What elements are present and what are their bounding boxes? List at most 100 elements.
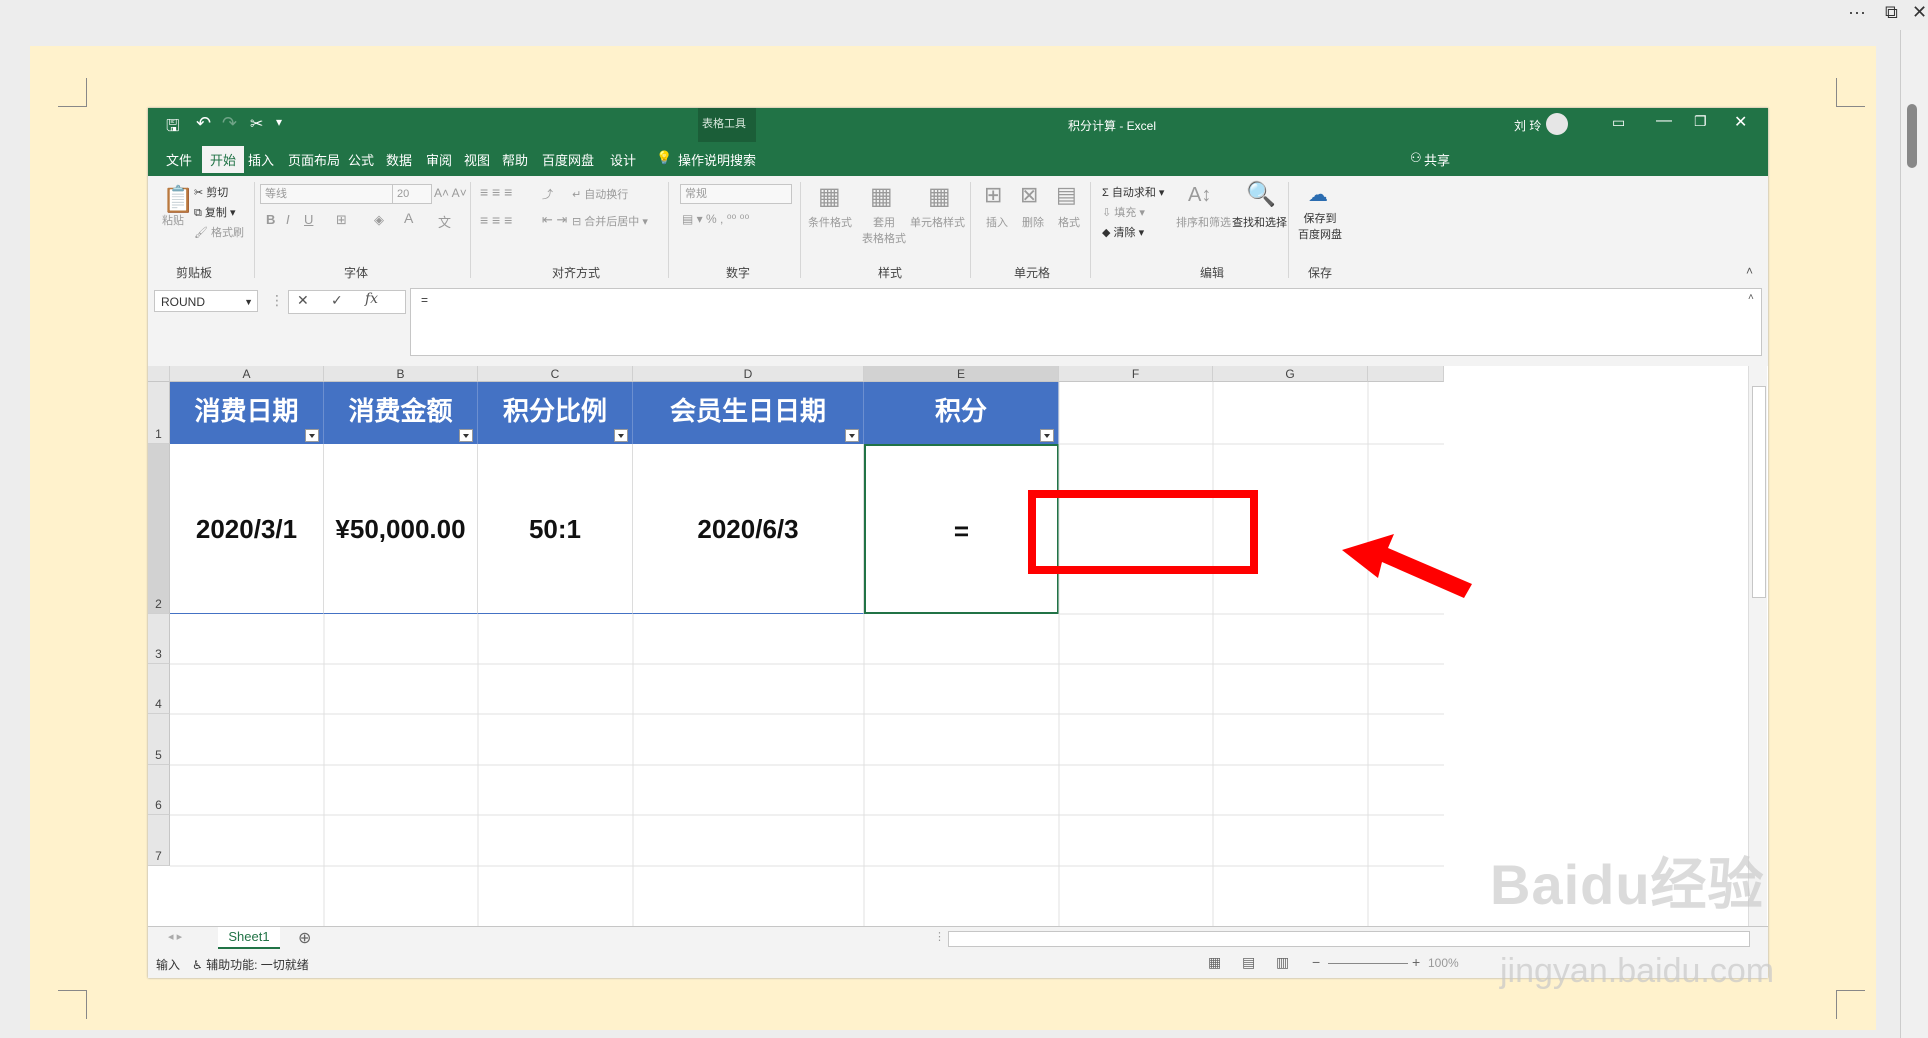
insert-function-icon[interactable]: fx bbox=[365, 291, 378, 307]
fill-button[interactable]: ⇩ 填充 ▾ bbox=[1102, 204, 1145, 220]
column-header-b[interactable]: B bbox=[324, 366, 478, 382]
zoom-level[interactable]: 100% bbox=[1428, 956, 1459, 970]
close-icon[interactable]: ✕ bbox=[1912, 2, 1927, 23]
baidu-cloud-icon[interactable]: ☁ bbox=[1308, 182, 1328, 207]
sort-filter-button[interactable]: 排序和筛选 bbox=[1176, 214, 1231, 230]
restore-window-icon[interactable]: ❐ bbox=[1694, 113, 1707, 130]
page-layout-icon[interactable]: ▤ bbox=[1242, 954, 1255, 971]
select-all-corner[interactable] bbox=[148, 366, 170, 382]
tab-review[interactable]: 审阅 bbox=[426, 150, 452, 169]
format-as-table-icon[interactable]: ▦ bbox=[870, 182, 893, 211]
format-cells-icon[interactable]: ▤ bbox=[1056, 182, 1077, 208]
copy-button[interactable]: ⧉ 复制 ▾ bbox=[194, 204, 236, 220]
paste-icon[interactable]: 📋 bbox=[162, 184, 194, 215]
delete-cells-icon[interactable]: ⊠ bbox=[1020, 182, 1038, 208]
save-icon[interactable]: 🖫 bbox=[166, 115, 180, 142]
more-options-icon[interactable]: ··· bbox=[1848, 2, 1866, 23]
row-header-6[interactable]: 6 bbox=[148, 765, 170, 815]
cell-styles-icon[interactable]: ▦ bbox=[928, 182, 951, 211]
fill-color-icon[interactable]: ◈ bbox=[374, 212, 384, 228]
insert-cells-icon[interactable]: ⊞ bbox=[984, 182, 1002, 208]
enter-icon[interactable]: ✓ bbox=[331, 292, 343, 309]
sort-filter-icon[interactable]: A↕ bbox=[1188, 184, 1211, 207]
row-header-1[interactable]: 1 bbox=[148, 382, 170, 444]
paste-button[interactable]: 粘贴 bbox=[162, 212, 184, 228]
underline-icon[interactable]: U bbox=[304, 212, 313, 227]
tab-data[interactable]: 数据 bbox=[386, 150, 412, 169]
merge-center-button[interactable]: ⊟ 合并后居中 ▾ bbox=[572, 213, 648, 229]
restore-icon[interactable]: ⧉ bbox=[1885, 2, 1898, 23]
formula-input[interactable]: = bbox=[410, 288, 1762, 356]
column-header-f[interactable]: F bbox=[1059, 366, 1213, 382]
close-window-icon[interactable]: ✕ bbox=[1734, 112, 1747, 132]
font-color-icon[interactable]: A bbox=[404, 210, 413, 226]
name-box[interactable]: ROUND ▼ bbox=[154, 290, 258, 312]
document-scrollbar[interactable] bbox=[1900, 30, 1928, 1038]
zoom-slider[interactable] bbox=[1328, 963, 1408, 964]
save-to-baidu-button[interactable]: 保存到 百度网盘 bbox=[1298, 210, 1342, 242]
zoom-in-icon[interactable]: + bbox=[1412, 954, 1420, 970]
ribbon-display-icon[interactable]: ▭ bbox=[1612, 114, 1625, 131]
phonetic-icon[interactable]: 文 bbox=[438, 212, 451, 231]
tab-page-layout[interactable]: 页面布局 bbox=[288, 150, 340, 169]
format-cells-button[interactable]: 格式 bbox=[1058, 214, 1080, 230]
row-header-5[interactable]: 5 bbox=[148, 714, 170, 765]
wrap-text-button[interactable]: ↵ 自动换行 bbox=[572, 186, 628, 202]
font-size-select[interactable]: 20 bbox=[392, 184, 432, 204]
conditional-format-icon[interactable]: ▦ bbox=[818, 182, 841, 211]
conditional-format-button[interactable]: 条件格式 bbox=[808, 214, 852, 230]
customize-qat-icon[interactable]: ▾ bbox=[276, 115, 282, 129]
cut-button[interactable]: ✂ 剪切 bbox=[194, 184, 228, 200]
tab-home[interactable]: 开始 bbox=[202, 146, 245, 173]
column-header-d[interactable]: D bbox=[633, 366, 864, 382]
undo-icon[interactable]: ↶ bbox=[196, 113, 211, 134]
format-as-table-button[interactable]: 套用 表格格式 bbox=[862, 214, 906, 246]
tab-file[interactable]: 文件 bbox=[166, 150, 192, 169]
tab-help[interactable]: 帮助 bbox=[502, 150, 528, 169]
number-format-icons[interactable]: ▤ ▾ % , ⁰⁰ ⁰⁰ bbox=[682, 212, 749, 226]
column-header-c[interactable]: C bbox=[478, 366, 633, 382]
bold-icon[interactable]: B bbox=[266, 212, 275, 227]
user-name[interactable]: 刘 玲 bbox=[1514, 117, 1541, 134]
row-header-3[interactable]: 3 bbox=[148, 614, 170, 664]
find-select-button[interactable]: 查找和选择 bbox=[1232, 214, 1287, 230]
cell-styles-button[interactable]: 单元格样式 bbox=[910, 214, 965, 230]
borders-icon[interactable]: ⊞ bbox=[336, 212, 347, 228]
align-top-icon[interactable]: ≡ ≡ ≡ bbox=[480, 184, 512, 200]
align-left-icon[interactable]: ≡ ≡ ≡ bbox=[480, 212, 512, 228]
sheet-vscroll-thumb[interactable] bbox=[1752, 386, 1766, 598]
format-painter-button[interactable]: 🖌 格式刷 bbox=[194, 224, 244, 240]
minimize-icon[interactable]: — bbox=[1656, 112, 1672, 130]
tab-baidu-netdisk[interactable]: 百度网盘 bbox=[542, 150, 594, 169]
find-icon[interactable]: 🔍 bbox=[1246, 180, 1276, 209]
column-header-e[interactable]: E bbox=[864, 366, 1059, 382]
column-header-g[interactable]: G bbox=[1213, 366, 1368, 382]
accessibility-status[interactable]: ♿ 辅助功能: 一切就绪 bbox=[192, 956, 309, 973]
insert-cells-button[interactable]: 插入 bbox=[986, 214, 1008, 230]
clear-button[interactable]: ◆ 清除 ▾ bbox=[1102, 224, 1144, 240]
column-header-a[interactable]: A bbox=[170, 366, 324, 382]
collapse-ribbon-icon[interactable]: ˄ bbox=[1746, 264, 1753, 278]
italic-icon[interactable]: I bbox=[286, 212, 290, 227]
delete-cells-button[interactable]: 删除 bbox=[1022, 214, 1044, 230]
document-scrollbar-thumb[interactable] bbox=[1907, 104, 1917, 168]
normal-view-icon[interactable]: ▦ bbox=[1208, 954, 1221, 971]
orientation-icon[interactable]: ⤴ bbox=[542, 186, 553, 202]
number-format-select[interactable]: 常规 bbox=[680, 184, 792, 204]
row-header-2[interactable]: 2 bbox=[148, 444, 170, 614]
tab-formulas[interactable]: 公式 bbox=[348, 150, 374, 169]
cancel-icon[interactable]: ✕ bbox=[297, 292, 309, 309]
tab-design[interactable]: 设计 bbox=[610, 150, 636, 169]
autosum-button[interactable]: Σ 自动求和 ▾ bbox=[1102, 184, 1164, 200]
zoom-out-icon[interactable]: − bbox=[1312, 954, 1320, 970]
tab-insert[interactable]: 插入 bbox=[248, 150, 274, 169]
sheet-hscrollbar[interactable] bbox=[948, 931, 1750, 947]
row-header-4[interactable]: 4 bbox=[148, 664, 170, 714]
share-button[interactable]: 共享 bbox=[1424, 150, 1450, 169]
cut-icon[interactable]: ✂ bbox=[250, 114, 263, 134]
sheet-nav-icon[interactable]: ◂ ▸ bbox=[168, 930, 182, 943]
column-header-h[interactable] bbox=[1368, 366, 1444, 382]
row-header-7[interactable]: 7 bbox=[148, 815, 170, 866]
avatar[interactable] bbox=[1546, 113, 1568, 135]
font-name-select[interactable]: 等线 bbox=[260, 184, 394, 204]
